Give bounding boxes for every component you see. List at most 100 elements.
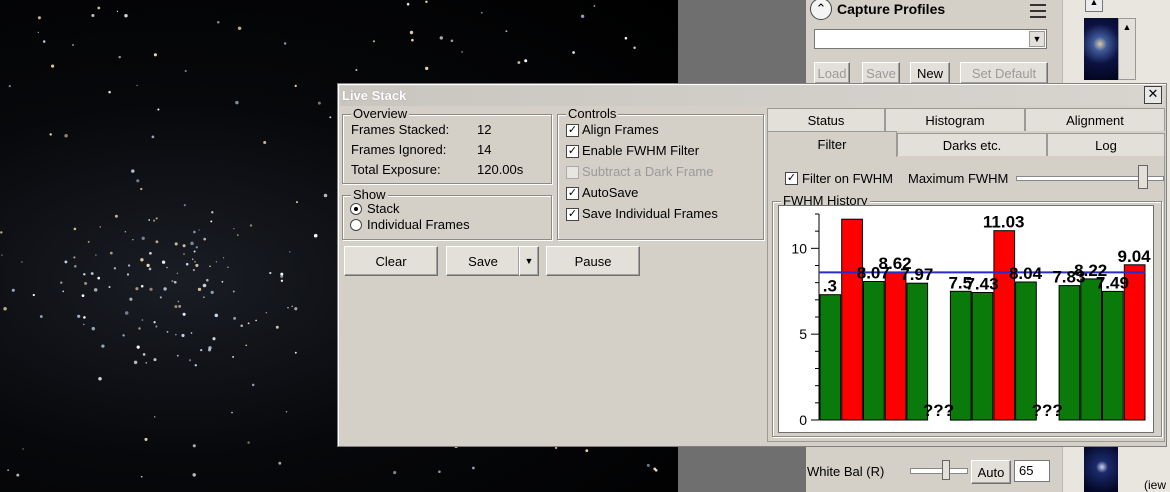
star [202,283,207,288]
star [148,267,152,271]
max-fwhm-slider-thumb[interactable] [1138,165,1149,189]
star [439,36,443,40]
white-bal-slider-thumb[interactable] [942,460,950,480]
star [203,296,205,298]
tab-filter[interactable]: Filter [767,131,897,157]
tab-status[interactable]: Status [767,108,885,131]
star [60,281,63,284]
star [633,46,636,50]
autosave-label[interactable]: AutoSave [582,185,638,200]
tab-log[interactable]: Log [1047,133,1165,156]
star [217,20,220,24]
show-stack-label[interactable]: Stack [367,201,400,216]
align-frames-label[interactable]: Align Frames [582,122,659,137]
set-default-button[interactable]: Set Default [960,62,1048,84]
scroll-up-icon[interactable]: ▲ [1120,20,1134,34]
star [97,276,101,280]
star [192,268,196,272]
show-stack-radio[interactable] [350,203,362,215]
save-button[interactable]: Save [446,246,520,276]
star [195,246,198,249]
save-individual-frames-checkbox[interactable]: ✓ [566,208,579,221]
star [72,44,74,46]
scroll-up-icon[interactable]: ▲ [1085,0,1103,12]
star [200,348,203,352]
collapse-icon[interactable]: ⌃ [810,0,832,20]
star [73,227,77,231]
white-bal-slider[interactable] [910,468,968,474]
tab-histogram[interactable]: Histogram [885,108,1025,131]
pause-button[interactable]: Pause [546,246,640,276]
star [188,359,192,362]
filter-on-fwhm-checkbox[interactable]: ✓ [785,172,798,185]
star [393,471,397,475]
star [153,53,157,57]
save-profile-button[interactable]: Save [862,62,900,84]
clear-button[interactable]: Clear [344,246,438,276]
total-exposure-label: Total Exposure: [351,162,441,177]
star [184,69,187,73]
star [247,322,250,325]
star [101,344,105,348]
star [174,242,178,246]
star [182,312,186,316]
star [131,169,135,173]
fwhm-bar [1015,281,1037,421]
star [472,466,475,470]
star [173,280,177,284]
white-bal-auto-button[interactable]: Auto [971,460,1011,484]
star [222,257,225,259]
subtract-dark-frame-checkbox[interactable] [566,166,579,179]
show-group-label: Show [351,187,388,202]
show-individual-frames-radio[interactable] [350,219,362,231]
filter-on-fwhm-label[interactable]: Filter on FWHM [802,171,893,186]
star [198,229,200,231]
star [294,84,297,88]
star [124,230,127,233]
bar-value-label: 9.04 [1118,247,1152,266]
enable-fwhm-filter-checkbox[interactable]: ✓ [566,145,579,158]
star [77,314,81,318]
profile-dropdown[interactable]: ▼ [814,29,1047,49]
align-frames-checkbox[interactable]: ✓ [566,124,579,137]
star [580,14,585,19]
save-individual-frames-label[interactable]: Save Individual Frames [582,206,718,221]
star [126,273,130,276]
star [153,358,157,362]
star [98,377,102,381]
star [285,410,288,413]
star [64,133,68,138]
dialog-titlebar[interactable] [340,86,1164,106]
star [166,266,168,269]
save-dropdown-button[interactable]: ▼ [519,246,539,276]
star [296,201,298,204]
star [438,470,441,473]
fwhm-bar [906,282,929,421]
star [113,267,117,270]
load-profile-button[interactable]: Load [814,62,850,84]
show-individual-frames-label[interactable]: Individual Frames [367,217,470,232]
overview-group: Overview Frames Stacked: 12 Frames Ignor… [342,106,552,184]
star [91,13,95,18]
star [278,461,282,465]
close-icon[interactable]: ✕ [1144,86,1162,104]
star [211,211,214,214]
star [176,354,179,357]
star [174,305,178,309]
white-bal-value-input[interactable]: 65 [1014,460,1050,482]
star [517,61,521,64]
new-profile-button[interactable]: New [910,62,950,84]
live-stack-dialog: Live Stack ✕ Overview Frames Stacked: 12… [337,83,1167,447]
y-tick-label: 5 [799,326,807,342]
star [140,475,143,478]
star [372,40,375,43]
star [116,10,119,13]
star [192,473,196,477]
tab-alignment[interactable]: Alignment [1025,108,1165,131]
tab-darks[interactable]: Darks etc. [897,133,1047,156]
enable-fwhm-filter-label[interactable]: Enable FWHM Filter [582,143,699,158]
autosave-checkbox[interactable]: ✓ [566,187,579,200]
menu-icon[interactable] [1030,4,1046,18]
fwhm-bar [863,281,885,421]
fwhm-bar [841,218,863,421]
